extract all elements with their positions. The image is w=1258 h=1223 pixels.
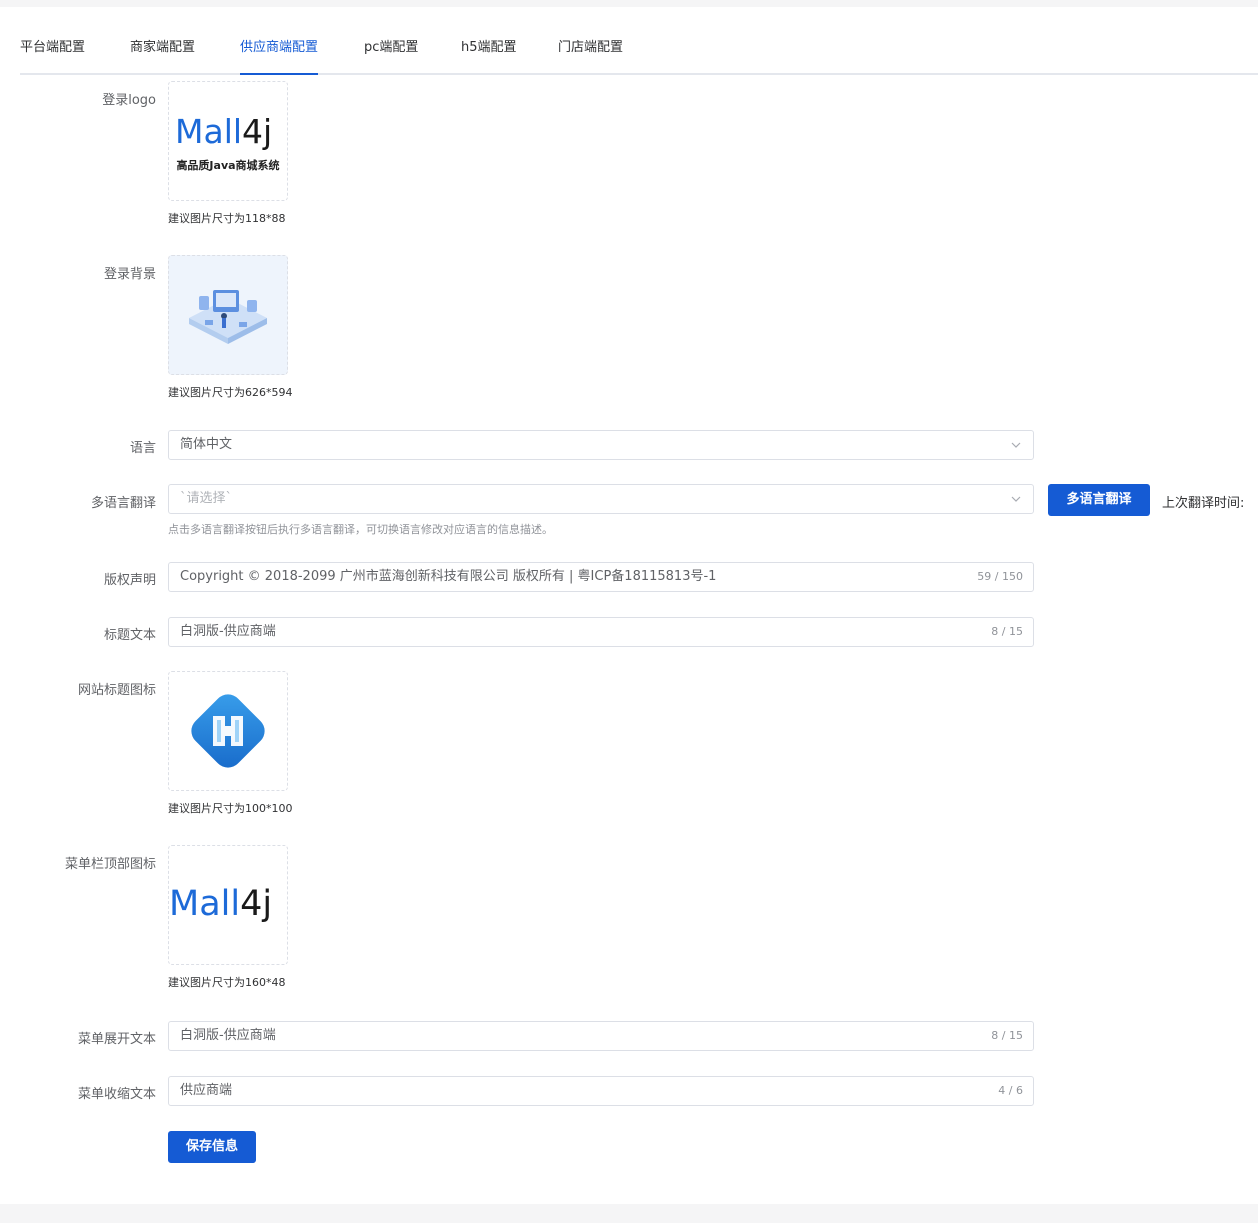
tab-merchant[interactable]: 商家端配置 <box>130 37 195 73</box>
title-text-label: 标题文本 <box>103 628 156 643</box>
favicon-label: 网站标题图标 <box>77 683 156 698</box>
translation-label: 多语言翻译 <box>90 496 156 511</box>
tab-store[interactable]: 门店端配置 <box>558 37 623 73</box>
tab-h5[interactable]: h5端配置 <box>461 37 517 73</box>
menu-expand-char-count: 8 / 15 <box>991 1029 1023 1042</box>
login-bg-label: 登录背景 <box>103 267 156 282</box>
language-label: 语言 <box>129 441 156 456</box>
menu-icon-image: Mall4j <box>169 884 273 924</box>
menu-icon-uploader[interactable]: Mall4j <box>168 845 288 965</box>
translation-select[interactable]: `请选择` <box>168 484 1034 514</box>
menu-collapse-input[interactable]: 供应商端 4 / 6 <box>168 1076 1034 1106</box>
menu-expand-label: 菜单展开文本 <box>77 1032 156 1047</box>
translation-hint: 点击多语言翻译按钮后执行多语言翻译，可切换语言修改对应语言的信息描述。 <box>168 523 553 536</box>
chevron-down-icon <box>1011 496 1021 502</box>
tab-supplier[interactable]: 供应商端配置 <box>240 37 319 75</box>
language-select-value: 简体中文 <box>180 437 233 452</box>
login-logo-label: 登录logo <box>102 93 156 108</box>
menu-icon-hint: 建议图片尺寸为160*48 <box>168 976 286 989</box>
copyright-label: 版权声明 <box>103 573 156 588</box>
login-logo-hint: 建议图片尺寸为118*88 <box>168 212 286 225</box>
login-logo-uploader[interactable]: Mall4j 高品质Java商城系统 <box>168 81 288 201</box>
copyright-char-count: 59 / 150 <box>977 570 1023 583</box>
language-select[interactable]: 简体中文 <box>168 430 1034 460</box>
last-translation-time-label: 上次翻译时间: <box>1162 496 1245 511</box>
login-bg-illustration <box>169 256 287 374</box>
save-button[interactable]: 保存信息 <box>168 1131 256 1163</box>
translate-button[interactable]: 多语言翻译 <box>1048 484 1150 516</box>
translation-select-placeholder: `请选择` <box>180 491 233 506</box>
title-text-input[interactable]: 白洞版-供应商端 8 / 15 <box>168 617 1034 647</box>
favicon-hint: 建议图片尺寸为100*100 <box>168 802 293 815</box>
login-bg-uploader[interactable] <box>168 255 288 375</box>
title-text-char-count: 8 / 15 <box>991 625 1023 638</box>
login-logo-image: Mall4j <box>175 112 273 151</box>
login-bg-hint: 建议图片尺寸为626*594 <box>168 386 293 399</box>
tab-platform[interactable]: 平台端配置 <box>20 37 85 73</box>
title-text-input-value: 白洞版-供应商端 <box>180 624 276 639</box>
menu-collapse-input-value: 供应商端 <box>180 1083 233 1098</box>
login-logo-subtitle: 高品质Java商城系统 <box>176 159 280 172</box>
favicon-uploader[interactable] <box>168 671 288 791</box>
favicon-image <box>191 694 265 768</box>
menu-icon-label: 菜单栏顶部图标 <box>64 857 156 872</box>
copyright-input[interactable]: Copyright © 2018-2099 广州市蓝海创新科技有限公司 版权所有… <box>168 562 1034 592</box>
tab-pc[interactable]: pc端配置 <box>364 37 418 73</box>
copyright-input-value: Copyright © 2018-2099 广州市蓝海创新科技有限公司 版权所有… <box>180 569 717 584</box>
config-tabs: 平台端配置 商家端配置 供应商端配置 pc端配置 h5端配置 门店端配置 <box>20 37 1258 75</box>
menu-collapse-char-count: 4 / 6 <box>998 1084 1023 1097</box>
menu-expand-input[interactable]: 白洞版-供应商端 8 / 15 <box>168 1021 1034 1051</box>
config-card: 平台端配置 商家端配置 供应商端配置 pc端配置 h5端配置 门店端配置 登录l… <box>0 7 1258 1204</box>
chevron-down-icon <box>1011 442 1021 448</box>
menu-expand-input-value: 白洞版-供应商端 <box>180 1028 276 1043</box>
menu-collapse-label: 菜单收缩文本 <box>77 1087 156 1102</box>
